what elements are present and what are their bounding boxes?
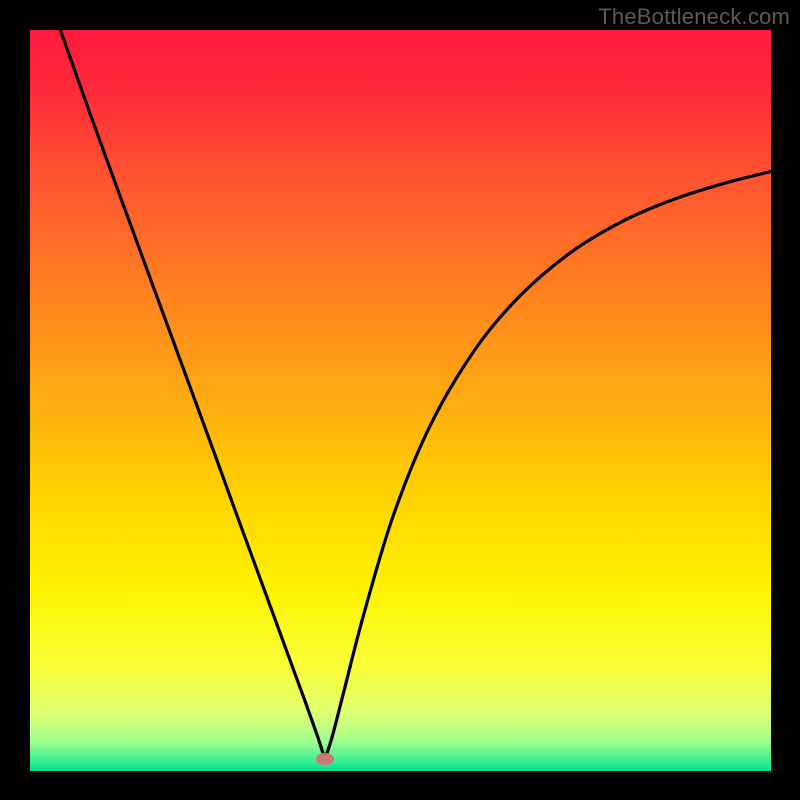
plot-area (30, 30, 771, 771)
watermark-text: TheBottleneck.com (598, 4, 790, 30)
minimum-marker (316, 753, 334, 765)
chart-frame: TheBottleneck.com (0, 0, 800, 800)
bottleneck-curve (30, 30, 771, 771)
